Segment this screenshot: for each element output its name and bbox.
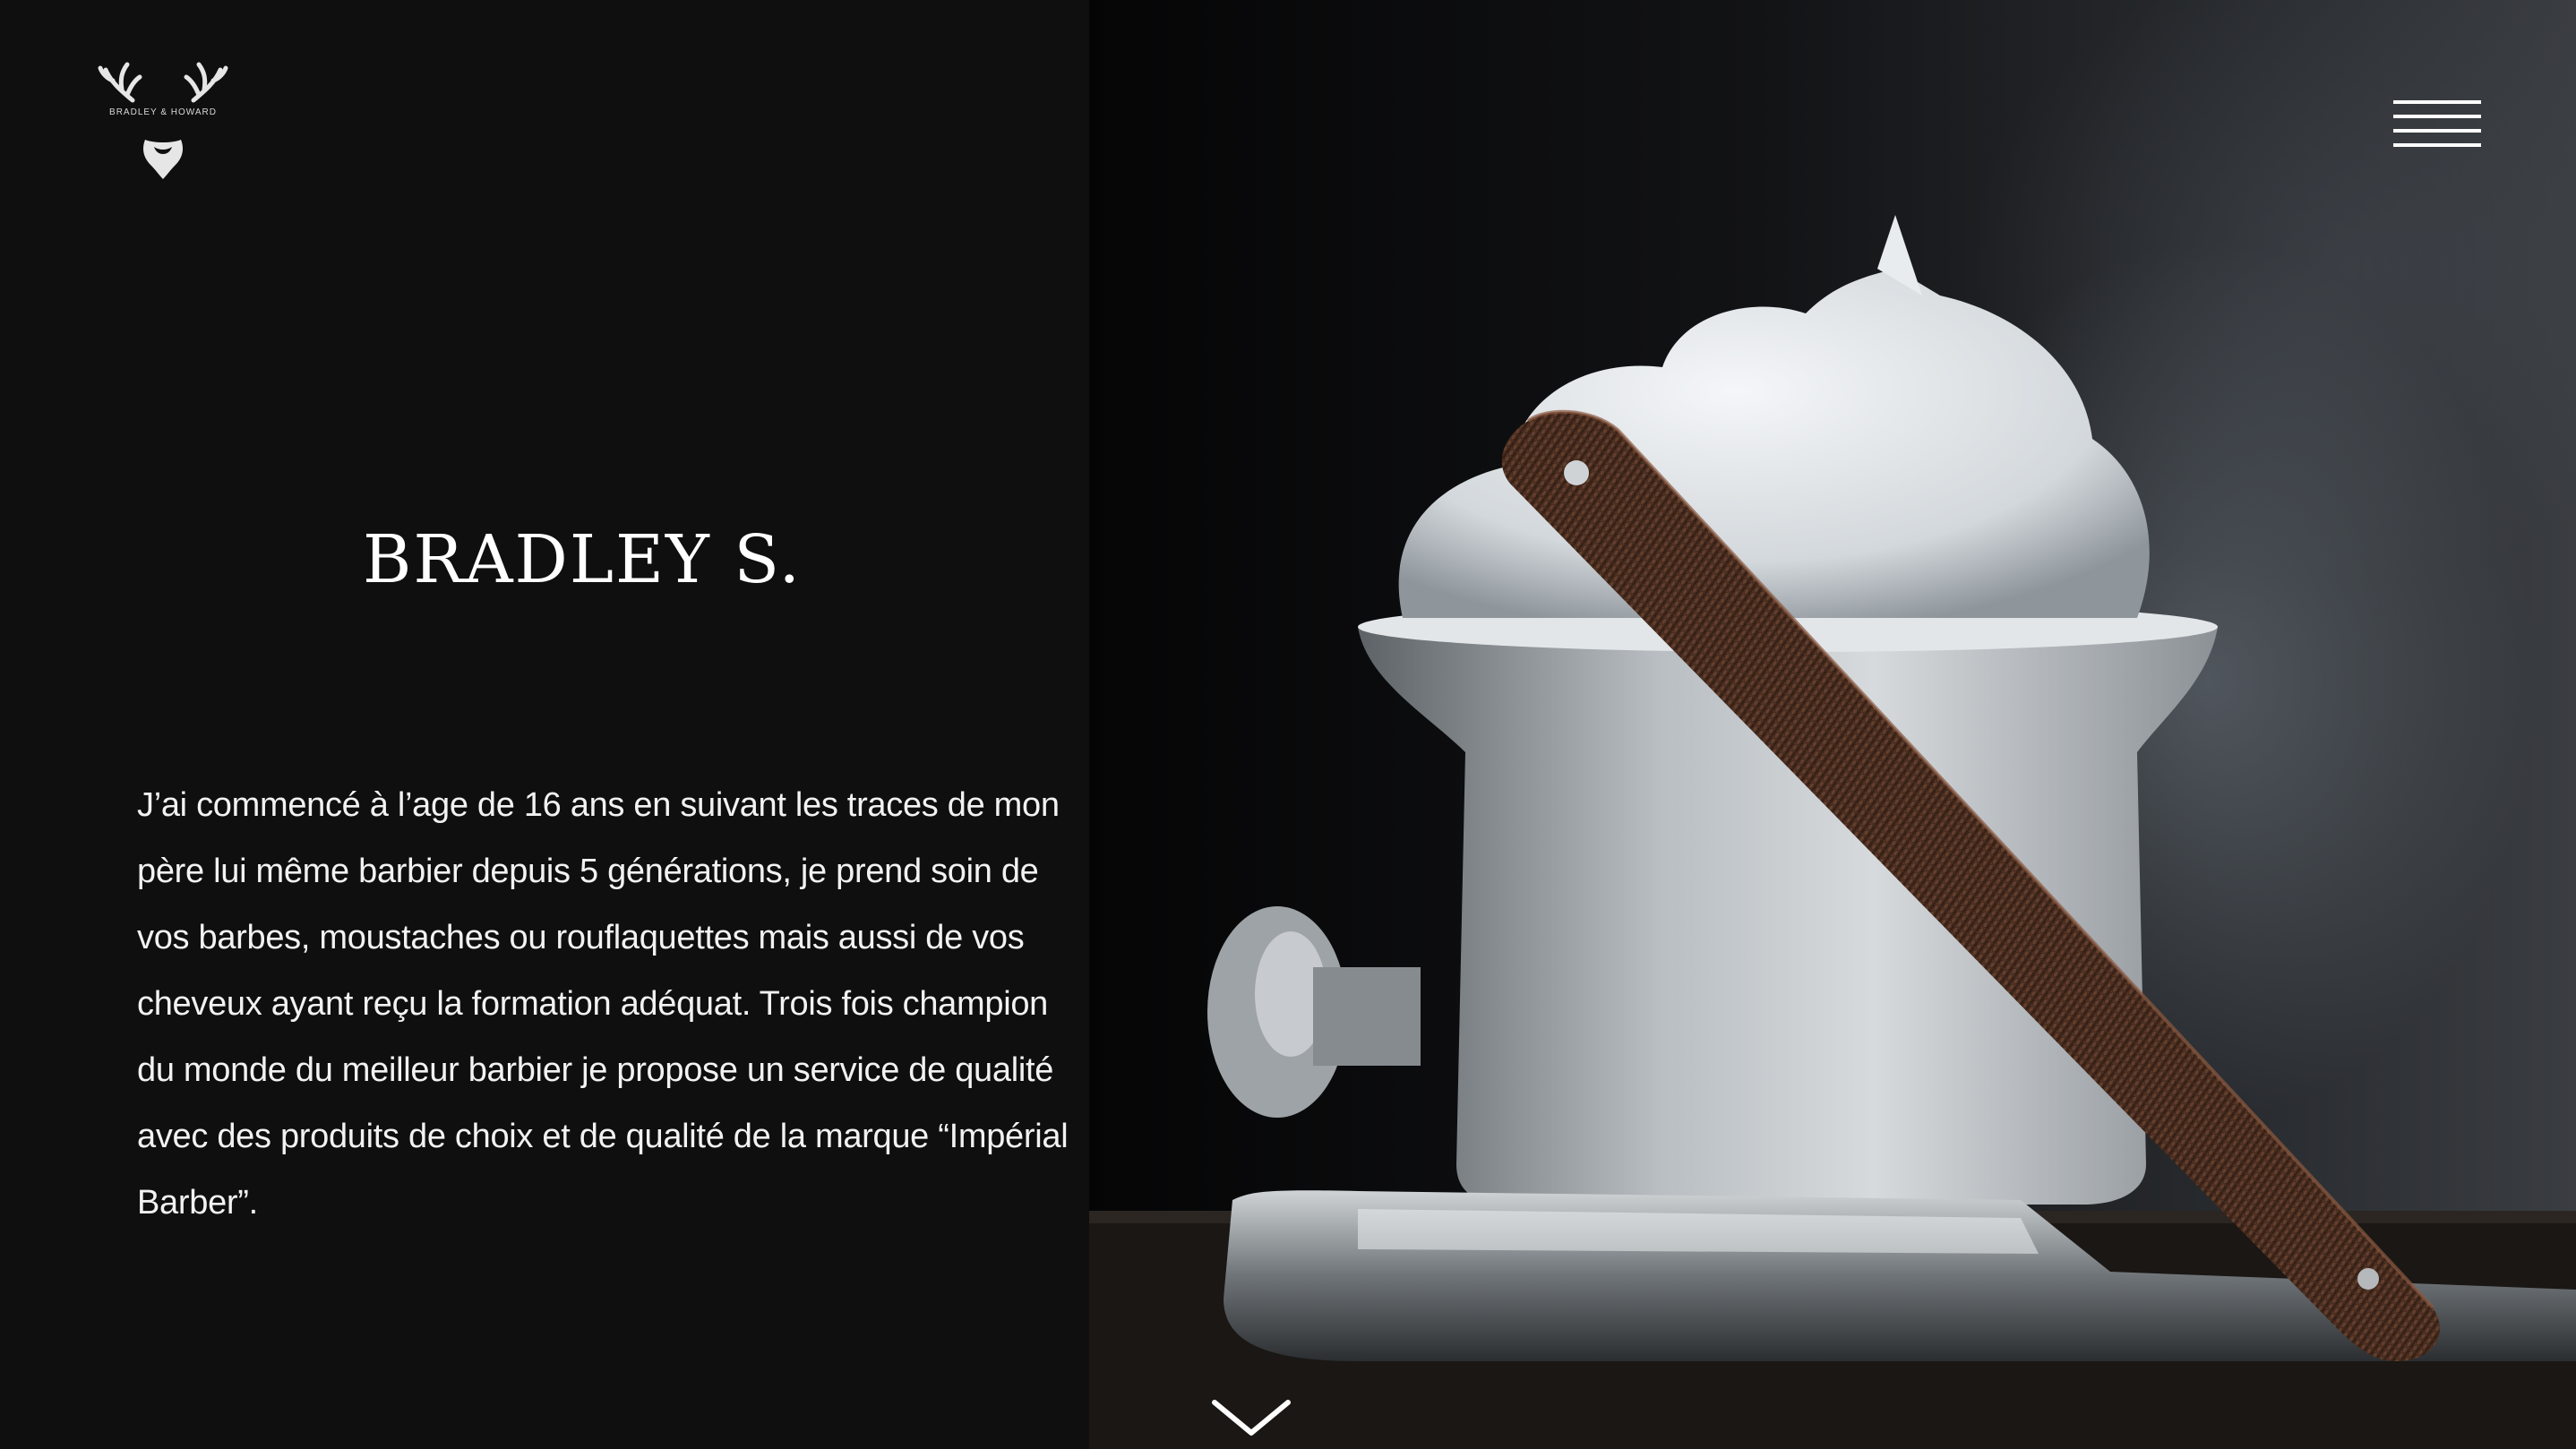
- barber-name: BRADLEY S.: [363, 521, 802, 598]
- page: BRADLEY & HOWARD BRADLEY S. J’ai commenc…: [0, 0, 2576, 1449]
- brand-name: BRADLEY & HOWARD: [109, 107, 217, 117]
- hamburger-menu-icon-line: [2393, 129, 2481, 133]
- chevron-down-icon: [1212, 1400, 1291, 1436]
- brand-logo[interactable]: BRADLEY & HOWARD: [86, 32, 240, 186]
- hamburger-menu-icon: [2393, 100, 2481, 104]
- profile-panel: BRADLEY & HOWARD BRADLEY S. J’ai commenc…: [0, 0, 1089, 1449]
- scroll-down-button[interactable]: [1211, 1397, 1292, 1440]
- barber-bio: J’ai commencé à l’age de 16 ans en suiva…: [137, 786, 1069, 1222]
- shaving-bowl-razor-illustration: [1089, 215, 2576, 1449]
- hamburger-menu-icon-line: [2393, 115, 2481, 118]
- hero-image: [1089, 0, 2576, 1449]
- menu-button[interactable]: [2393, 97, 2481, 150]
- hamburger-menu-icon-line: [2393, 143, 2481, 147]
